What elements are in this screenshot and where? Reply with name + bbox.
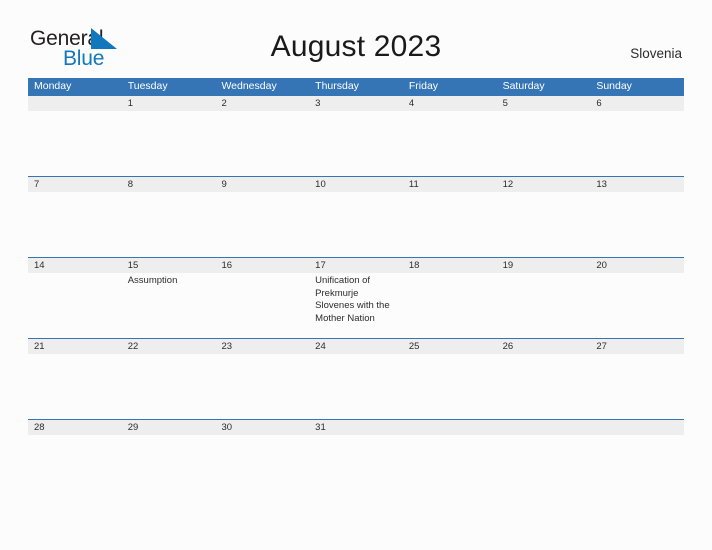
day-event[interactable] — [497, 111, 591, 176]
day-number[interactable]: 17 — [309, 258, 403, 273]
calendar-week-row: 7 8 9 10 11 12 13 — [28, 176, 684, 257]
day-number[interactable]: 15 — [122, 258, 216, 273]
day-event[interactable] — [403, 273, 497, 338]
page-title: August 2023 — [270, 30, 442, 63]
day-event[interactable] — [215, 192, 309, 257]
day-number[interactable]: 18 — [403, 258, 497, 273]
week-event-band — [28, 111, 684, 176]
weekday-header-sunday: Sunday — [596, 80, 632, 92]
day-event[interactable] — [497, 435, 591, 500]
day-event[interactable] — [215, 435, 309, 500]
day-event[interactable] — [497, 354, 591, 419]
page-header: General Blue August 2023 Slovenia — [0, 0, 712, 78]
day-number[interactable]: 30 — [215, 420, 309, 435]
day-event[interactable] — [28, 192, 122, 257]
calendar-grid: Monday Tuesday Wednesday Thursday Friday… — [28, 78, 684, 500]
day-number[interactable]: 22 — [122, 339, 216, 354]
weekday-header-thursday: Thursday — [315, 80, 359, 92]
day-event[interactable] — [403, 192, 497, 257]
week-event-band — [28, 354, 684, 419]
day-number[interactable]: 4 — [403, 96, 497, 111]
weekday-header-tuesday: Tuesday — [127, 80, 168, 92]
day-number[interactable] — [28, 96, 122, 111]
day-number[interactable]: 2 — [215, 96, 309, 111]
day-number[interactable]: 27 — [590, 339, 684, 354]
day-event[interactable] — [497, 273, 591, 338]
calendar-week-row: 21 22 23 24 25 26 27 — [28, 338, 684, 419]
day-event[interactable] — [215, 273, 309, 338]
day-event[interactable]: Unification of Prekmurje Slovenes with t… — [309, 273, 403, 338]
day-event[interactable] — [122, 435, 216, 500]
day-number[interactable]: 3 — [309, 96, 403, 111]
calendar-week-row: 1 2 3 4 5 6 — [28, 95, 684, 176]
day-number[interactable]: 29 — [122, 420, 216, 435]
weekday-header-row: Monday Tuesday Wednesday Thursday Friday… — [28, 78, 684, 95]
day-event[interactable] — [215, 111, 309, 176]
day-number[interactable]: 31 — [309, 420, 403, 435]
week-date-band: 7 8 9 10 11 12 13 — [28, 176, 684, 192]
day-event[interactable] — [590, 273, 684, 338]
day-event[interactable] — [28, 111, 122, 176]
day-event[interactable] — [28, 435, 122, 500]
week-date-band: 14 15 16 17 18 19 20 — [28, 257, 684, 273]
day-number[interactable]: 13 — [590, 177, 684, 192]
day-number[interactable]: 7 — [28, 177, 122, 192]
day-number[interactable]: 21 — [28, 339, 122, 354]
day-event[interactable] — [122, 192, 216, 257]
week-event-band — [28, 435, 684, 500]
day-event[interactable] — [28, 273, 122, 338]
week-event-band: Assumption Unification of Prekmurje Slov… — [28, 273, 684, 338]
week-date-band: 1 2 3 4 5 6 — [28, 95, 684, 111]
day-number[interactable]: 1 — [122, 96, 216, 111]
day-number[interactable] — [403, 420, 497, 435]
day-number[interactable]: 6 — [590, 96, 684, 111]
weekday-header-friday: Friday — [408, 80, 439, 92]
week-date-band: 28 29 30 31 — [28, 419, 684, 435]
day-number[interactable] — [590, 420, 684, 435]
day-event[interactable] — [590, 192, 684, 257]
day-event[interactable] — [403, 435, 497, 500]
day-number[interactable]: 5 — [497, 96, 591, 111]
day-event[interactable] — [28, 354, 122, 419]
day-event[interactable]: Assumption — [122, 273, 216, 338]
day-event[interactable] — [403, 111, 497, 176]
weekday-header-saturday: Saturday — [502, 80, 545, 92]
day-number[interactable]: 24 — [309, 339, 403, 354]
weekday-header-monday: Monday — [34, 80, 72, 92]
day-number[interactable]: 10 — [309, 177, 403, 192]
day-event[interactable] — [122, 354, 216, 419]
weekday-header-wednesday: Wednesday — [221, 80, 277, 92]
day-event[interactable] — [309, 192, 403, 257]
day-number[interactable]: 14 — [28, 258, 122, 273]
calendar-week-row: 14 15 16 17 18 19 20 Assumption Unificat… — [28, 257, 684, 338]
day-event[interactable] — [497, 192, 591, 257]
day-number[interactable]: 11 — [403, 177, 497, 192]
day-event[interactable] — [122, 111, 216, 176]
day-number[interactable]: 25 — [403, 339, 497, 354]
day-event[interactable] — [309, 354, 403, 419]
day-number[interactable] — [497, 420, 591, 435]
day-event[interactable] — [309, 435, 403, 500]
day-number[interactable]: 19 — [497, 258, 591, 273]
day-event[interactable] — [309, 111, 403, 176]
day-event[interactable] — [590, 435, 684, 500]
day-number[interactable]: 20 — [590, 258, 684, 273]
day-number[interactable]: 23 — [215, 339, 309, 354]
calendar-page: General Blue August 2023 Slovenia Monday… — [0, 0, 712, 550]
region-label: Slovenia — [630, 46, 682, 61]
day-event[interactable] — [590, 111, 684, 176]
day-event[interactable] — [215, 354, 309, 419]
day-number[interactable]: 28 — [28, 420, 122, 435]
day-event[interactable] — [590, 354, 684, 419]
day-event[interactable] — [403, 354, 497, 419]
day-number[interactable]: 16 — [215, 258, 309, 273]
day-number[interactable]: 12 — [497, 177, 591, 192]
calendar-week-row: 28 29 30 31 — [28, 419, 684, 500]
day-number[interactable]: 26 — [497, 339, 591, 354]
day-number[interactable]: 8 — [122, 177, 216, 192]
week-event-band — [28, 192, 684, 257]
week-date-band: 21 22 23 24 25 26 27 — [28, 338, 684, 354]
day-number[interactable]: 9 — [215, 177, 309, 192]
